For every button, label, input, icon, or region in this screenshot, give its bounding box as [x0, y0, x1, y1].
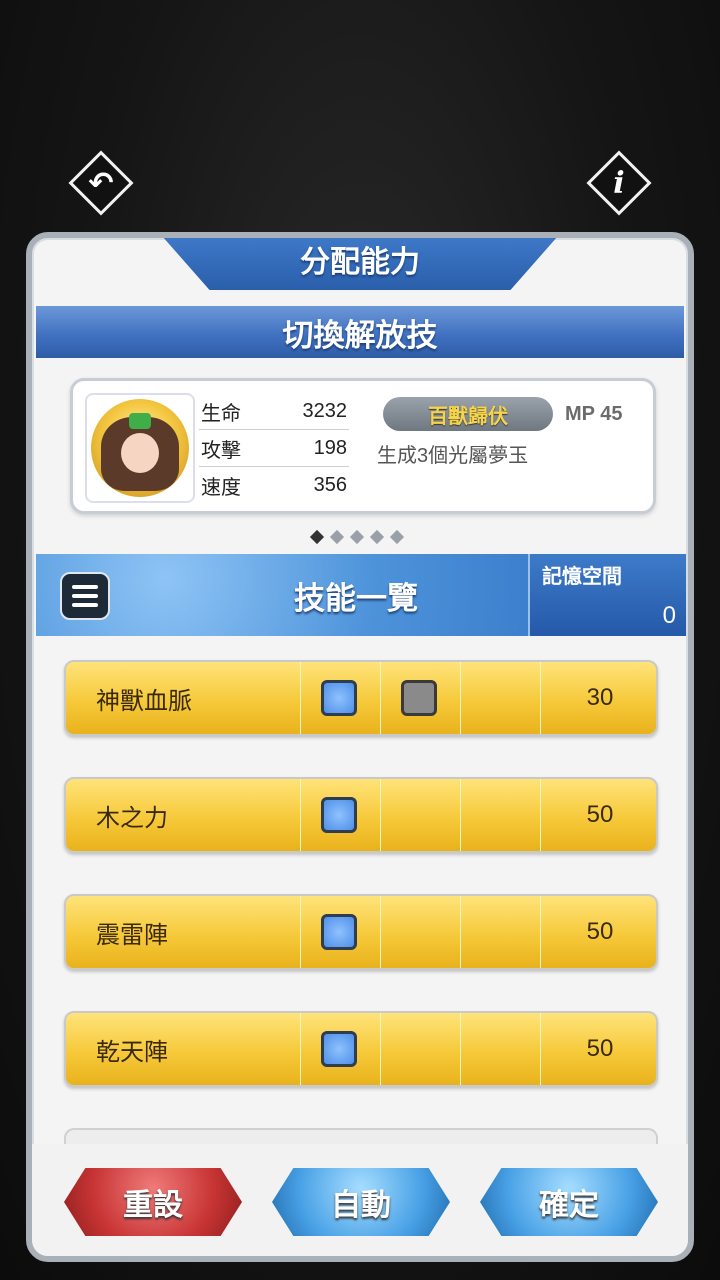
back-arrow-icon: ↶	[88, 166, 114, 200]
auto-button[interactable]: 自動	[272, 1168, 450, 1236]
light-attribute-icon: ✺	[175, 393, 193, 415]
memory-space: 記憶空間 0	[528, 554, 686, 636]
skill-list-header: 技能一覽 記憶空間 0	[36, 554, 686, 636]
skill-row[interactable]: 木之力 50	[64, 777, 658, 853]
info-icon: i	[613, 165, 625, 201]
character-card[interactable]: ✺ 生命 3232 攻擊 198 速度 356 百獸歸伏 MP 45 生成3個光…	[70, 378, 656, 514]
reset-button[interactable]: 重設	[64, 1168, 242, 1236]
character-stats: 生命 3232 攻擊 198 速度 356	[199, 393, 349, 503]
mp-cost: MP 45	[565, 403, 623, 425]
page-dot[interactable]	[369, 529, 385, 545]
character-portrait[interactable]: ✺	[85, 393, 195, 503]
stat-label: 速度	[201, 476, 241, 499]
page-dot[interactable]	[329, 529, 345, 545]
skill-name: 神獸血脈	[96, 687, 192, 715]
stat-row: 速度 356	[199, 467, 349, 503]
memory-space-label: 記憶空間	[542, 566, 622, 588]
skill-cost: 30	[540, 662, 659, 734]
slot-icon[interactable]	[321, 797, 357, 833]
back-button[interactable]: ↶	[68, 150, 134, 216]
skill-row[interactable]: 震雷陣 50	[64, 894, 658, 970]
ability-panel: 分配能力 切換解放技 ✺ 生命 3232 攻擊 198 速度 356 百獸歸伏 …	[26, 232, 694, 1262]
skill-list-title: 技能一覽	[294, 580, 418, 616]
page-indicator[interactable]	[309, 529, 405, 545]
list-menu-icon[interactable]	[60, 572, 110, 620]
stat-label: 攻擊	[201, 439, 241, 462]
skill-row[interactable]: 神獸血脈 30	[64, 660, 658, 736]
slot-icon[interactable]	[321, 680, 357, 716]
stat-row: 生命 3232	[199, 393, 349, 430]
memory-space-value: 0	[662, 602, 676, 629]
skill-cost: 50	[540, 779, 659, 851]
stat-value: 198	[313, 436, 347, 459]
page-dot[interactable]	[309, 529, 325, 545]
slot-icon[interactable]	[401, 680, 437, 716]
skill-cost: 50	[540, 896, 659, 968]
footer-actions: 重設 自動 確定	[32, 1144, 688, 1256]
slot-icon[interactable]	[321, 914, 357, 950]
confirm-button[interactable]: 確定	[480, 1168, 658, 1236]
stat-value: 3232	[302, 399, 348, 422]
info-button[interactable]: i	[586, 150, 652, 216]
skill-name: 木之力	[96, 804, 168, 832]
skill-cost: 50	[540, 1013, 659, 1085]
panel-header: 分配能力	[162, 238, 558, 290]
stat-row: 攻擊 198	[199, 430, 349, 467]
panel-subtitle: 切換解放技	[36, 306, 684, 358]
skill-name: 乾天陣	[96, 1038, 168, 1066]
skill-description: 生成3個光屬夢玉	[377, 445, 529, 467]
release-skill-badge[interactable]: 百獸歸伏	[383, 397, 553, 431]
panel-title: 分配能力	[300, 246, 420, 279]
stat-label: 生命	[201, 402, 241, 425]
skill-name: 震雷陣	[96, 921, 168, 949]
stat-value: 356	[313, 473, 347, 496]
slot-icon[interactable]	[321, 1031, 357, 1067]
page-dot[interactable]	[389, 529, 405, 545]
page-dot[interactable]	[349, 529, 365, 545]
skill-row[interactable]: 乾天陣 50	[64, 1011, 658, 1087]
